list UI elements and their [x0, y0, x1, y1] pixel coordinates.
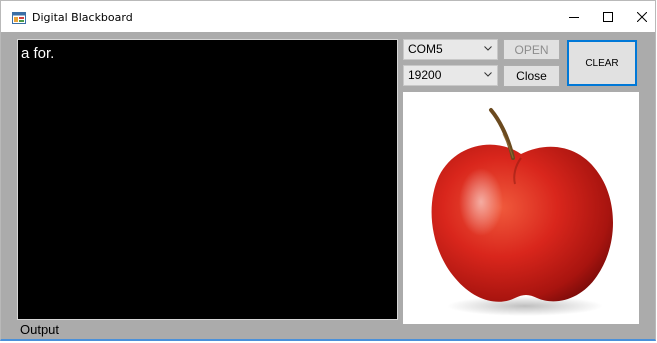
minimize-button[interactable]: [557, 1, 591, 32]
recognized-text: a for.: [21, 45, 55, 62]
app-window-icon: [12, 12, 26, 24]
close-button[interactable]: [625, 1, 657, 32]
maximize-icon: [603, 11, 613, 22]
baud-select-value: 19200: [408, 68, 442, 82]
picture-box: [403, 92, 639, 324]
close-port-button[interactable]: Close: [503, 65, 560, 87]
port-select-value: COM5: [408, 42, 443, 56]
port-select[interactable]: COM5: [403, 39, 498, 60]
blackboard-canvas[interactable]: a for.: [17, 39, 398, 320]
chevron-down-icon: [484, 46, 492, 51]
main-window: Digital Blackboard a for. Output COM5 19…: [0, 0, 656, 341]
minimize-icon: [569, 16, 579, 18]
maximize-button[interactable]: [591, 1, 625, 32]
apple-image: [431, 108, 613, 316]
open-button[interactable]: OPEN: [503, 39, 560, 60]
window-title: Digital Blackboard: [32, 11, 133, 24]
chevron-down-icon: [484, 72, 492, 77]
title-bar[interactable]: Digital Blackboard: [1, 1, 655, 32]
output-label: Output: [20, 322, 60, 337]
baud-select[interactable]: 19200: [403, 65, 498, 86]
clear-button[interactable]: CLEAR: [567, 40, 637, 86]
close-icon: [637, 11, 647, 22]
